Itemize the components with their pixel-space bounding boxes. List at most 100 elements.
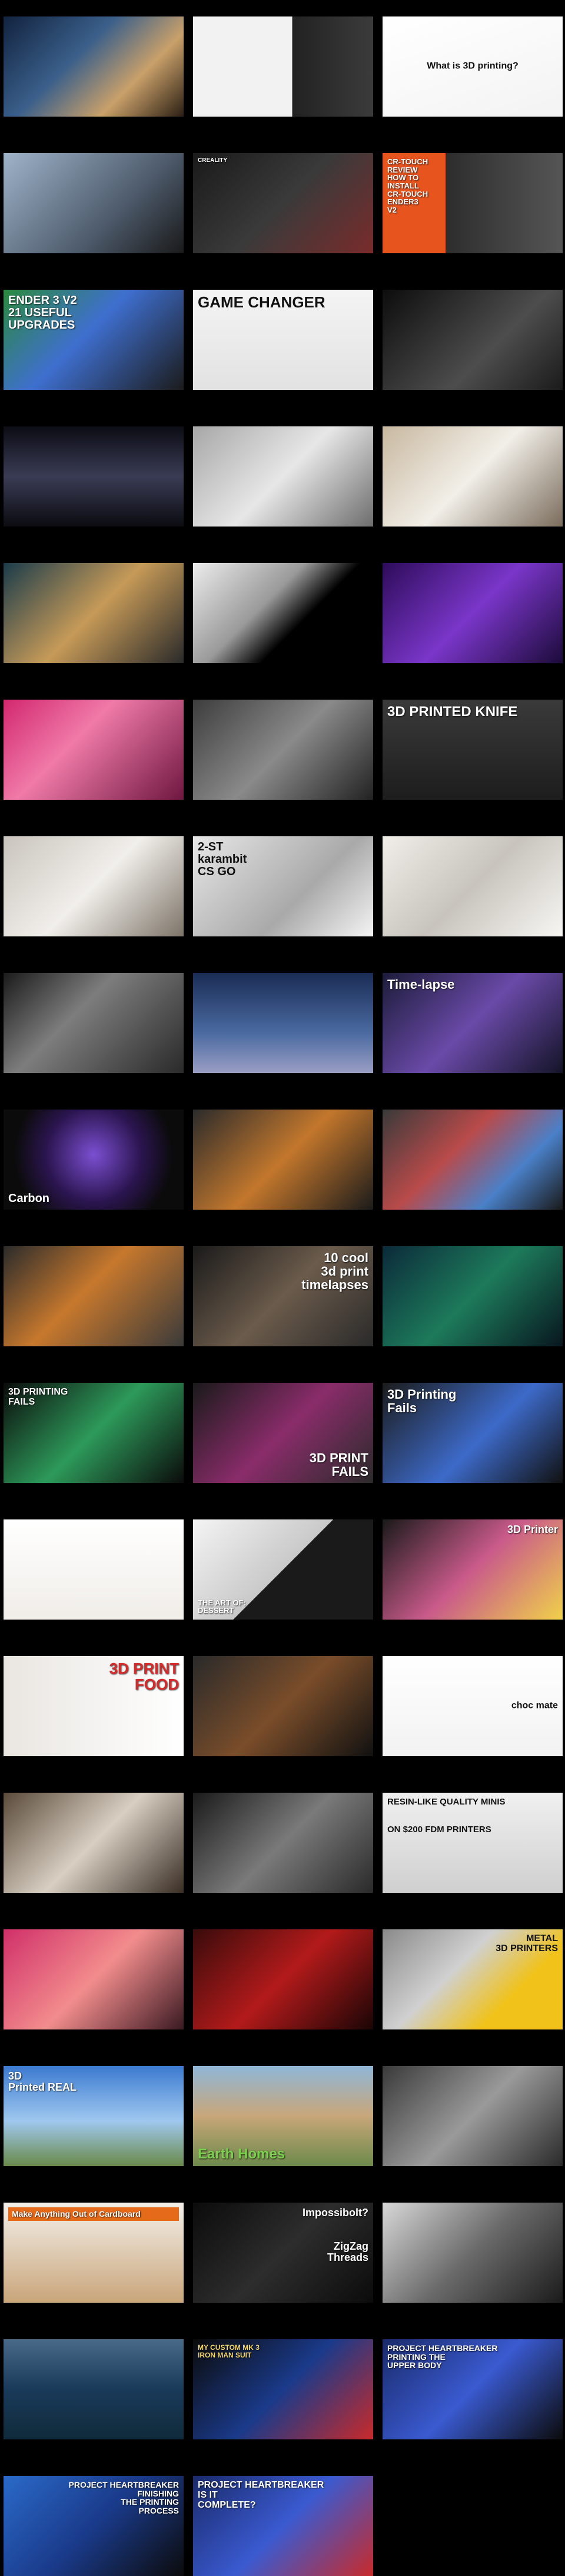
tile-21-useful-upgrades[interactable]: ENDER 3 V2 21 USEFUL UPGRADES xyxy=(4,290,184,390)
thumbnail-caption: 3D PRINTING FAILS xyxy=(8,1387,68,1407)
thumbnail-caption: PROJECT HEARTBREAKER IS IT COMPLETE? xyxy=(198,2480,324,2510)
tile-3d-printed-knife[interactable]: 3D PRINTED KNIFE xyxy=(383,700,563,800)
tile-is-it-complete[interactable]: PROJECT HEARTBREAKER IS IT COMPLETE? xyxy=(193,2476,373,2576)
tile-resin-like-minis[interactable]: RESIN-LIKE QUALITY MINIS ON $200 FDM PRI… xyxy=(383,1793,563,1893)
thumbnail-caption: 3D Printer xyxy=(507,1524,558,1535)
tile-skeleton-print[interactable] xyxy=(383,1110,563,1210)
thumbnail-caption: 3D Printing Fails xyxy=(387,1387,457,1416)
tile-chocolate-balls[interactable] xyxy=(4,1519,184,1620)
tile-black-printer[interactable] xyxy=(4,153,184,253)
thumbnail-caption: PROJECT HEARTBREAKER PRINTING THE UPPER … xyxy=(387,2343,498,2370)
thumbnail-caption: RESIN-LIKE QUALITY MINIS ON $200 FDM PRI… xyxy=(387,1797,506,1835)
tile-3d-printed-real[interactable]: 3D Printed REAL xyxy=(4,2066,184,2166)
tile-miniatures[interactable] xyxy=(193,1793,373,1893)
tile-3d-printer-candy[interactable]: 3D Printer xyxy=(383,1519,563,1620)
tile-3d-print-food[interactable]: 3D PRINT FOOD xyxy=(4,1656,184,1756)
thumbnail-caption: Make Anything Out of Cardboard xyxy=(8,2207,179,2221)
tile-concrete-printing[interactable] xyxy=(383,2066,563,2166)
thumbnail-image xyxy=(193,1929,373,2029)
thumbnail-image xyxy=(383,2066,563,2166)
tile-iron-man-suit[interactable]: MY CUSTOM MK 3 IRON MAN SUIT xyxy=(193,2339,373,2439)
thumbnail-image xyxy=(4,1519,184,1620)
thumbnail-image xyxy=(193,16,373,117)
thumbnail-image xyxy=(383,1110,563,1210)
thumbnail-caption: 3D PRINT FOOD xyxy=(109,1660,179,1694)
tile-spiral-print[interactable] xyxy=(4,1793,184,1893)
tile-3d-printing-fails-blue[interactable]: 3D Printing Fails xyxy=(383,1383,563,1483)
tile-eiffel-print[interactable] xyxy=(193,973,373,1073)
thumbnail-image xyxy=(4,973,184,1073)
thumbnail-caption: 3D PRINTED KNIFE xyxy=(387,704,518,720)
thumbnail-caption: 3D PRINT FAILS xyxy=(309,1450,368,1479)
tile-hulk-print[interactable] xyxy=(383,1246,563,1346)
tile-carbon-resin[interactable]: Carbon xyxy=(4,1110,184,1210)
tile-z-axis-diagram[interactable] xyxy=(193,16,373,117)
thumbnail-caption: PROJECT HEARTBREAKER FINISHING THE PRINT… xyxy=(68,2480,179,2516)
tile-metal-3d-printers[interactable]: METAL 3D PRINTERS xyxy=(383,1929,563,2029)
tile-groot-print[interactable] xyxy=(193,1110,373,1210)
tile-choc-mate[interactable]: choc mate xyxy=(383,1656,563,1756)
tile-3d-printing-fails-green[interactable]: 3D PRINTING FAILS xyxy=(4,1383,184,1483)
thumbnail-image xyxy=(383,1246,563,1346)
thumbnail-image xyxy=(4,2339,184,2439)
thumbnail-image xyxy=(193,1110,373,1210)
tile-top-gear-car[interactable] xyxy=(383,2203,563,2303)
thumbnail-caption: ENDER 3 V2 21 USEFUL UPGRADES xyxy=(8,294,77,332)
tile-designer-sketch[interactable] xyxy=(383,426,563,527)
thumbnail-image xyxy=(4,836,184,936)
tile-10-cool-timelapses[interactable]: 10 cool 3d print timelapses xyxy=(193,1246,373,1346)
tile-kunai-knife[interactable] xyxy=(383,836,563,936)
thumbnail-image xyxy=(4,700,184,800)
tile-headwrap-portrait[interactable] xyxy=(4,563,184,663)
tile-cardboard-knife[interactable] xyxy=(4,973,184,1073)
tile-creality-printer[interactable]: CREALITY xyxy=(193,153,373,253)
tile-printed-boat[interactable] xyxy=(4,2339,184,2439)
tile-red-stage-talk[interactable] xyxy=(193,1929,373,2029)
tile-what-is-3d-printing[interactable]: What is 3D printing? xyxy=(383,16,563,117)
tile-ted-talk-purple[interactable] xyxy=(383,563,563,663)
tile-3d-print-fails-pink[interactable]: 3D PRINT FAILS xyxy=(193,1383,373,1483)
thumbnail-image xyxy=(193,1793,373,1893)
tile-karambit-csgo[interactable]: 2-ST karambit CS GO xyxy=(193,836,373,936)
thumbnail-image xyxy=(193,153,373,253)
tile-printer-cube-lab[interactable] xyxy=(4,16,184,117)
tile-mouse-figure[interactable] xyxy=(4,1246,184,1346)
tile-time-lapse-statue[interactable]: Time-lapse xyxy=(383,973,563,1073)
thumbnail-caption: Time-lapse xyxy=(387,977,455,992)
thumbnail-image xyxy=(4,16,184,117)
tile-food-printer[interactable] xyxy=(193,1656,373,1756)
thumbnail-image xyxy=(4,1929,184,2029)
tile-dim-studio[interactable] xyxy=(193,563,373,663)
thumbnail-caption: THE ART OF: DESSERT xyxy=(198,1598,246,1615)
tile-pink-lattice[interactable] xyxy=(4,700,184,800)
thumbnail-caption: 3D Printed REAL xyxy=(8,2070,77,2093)
tile-earth-homes[interactable]: Earth Homes xyxy=(193,2066,373,2166)
tile-grey-interview[interactable] xyxy=(193,700,373,800)
tile-portrait-bust[interactable] xyxy=(4,1929,184,2029)
thumbnail-grid: What is 3D printing? CREALITY CR-TOUCH REV… xyxy=(0,0,565,2576)
tile-game-changer[interactable]: GAME CHANGER xyxy=(193,290,373,390)
tile-cr-touch-review[interactable]: CR-TOUCH REVIEW HOW TO INSTALL CR-TOUCH … xyxy=(383,153,563,253)
tile-art-of-dessert[interactable]: THE ART OF: DESSERT xyxy=(193,1519,373,1620)
thumbnail-caption: Impossibolt? ZigZag Threads xyxy=(303,2207,368,2263)
tile-robot-arm-printer[interactable] xyxy=(383,290,563,390)
tile-butterfly-knife[interactable] xyxy=(4,836,184,936)
thumbnail-caption: CR-TOUCH REVIEW HOW TO INSTALL CR-TOUCH … xyxy=(387,157,428,214)
thumbnail-image xyxy=(193,700,373,800)
tile-printing-upper-body[interactable]: PROJECT HEARTBREAKER PRINTING THE UPPER … xyxy=(383,2339,563,2439)
thumbnail-caption: MY CUSTOM MK 3 IRON MAN SUIT xyxy=(198,2343,260,2359)
thumbnail-image xyxy=(193,563,373,663)
thumbnail-image xyxy=(4,153,184,253)
thumbnail-image xyxy=(383,2203,563,2303)
thumbnail-caption: choc mate xyxy=(511,1700,558,1711)
thumbnail-caption: Carbon xyxy=(8,1192,49,1205)
tile-cardboard-anything[interactable]: Make Anything Out of Cardboard xyxy=(4,2203,184,2303)
thumbnail-image xyxy=(4,426,184,527)
thumbnail-image xyxy=(193,973,373,1073)
tile-fashion-model-white[interactable] xyxy=(193,426,373,527)
tile-finishing-printing-process[interactable]: PROJECT HEARTBREAKER FINISHING THE PRINT… xyxy=(4,2476,184,2576)
tile-impossibolt[interactable]: Impossibolt? ZigZag Threads xyxy=(193,2203,373,2303)
thumbnail-image xyxy=(383,563,563,663)
thumbnail-image xyxy=(383,290,563,390)
tile-fashion-dress-silver[interactable] xyxy=(4,426,184,527)
